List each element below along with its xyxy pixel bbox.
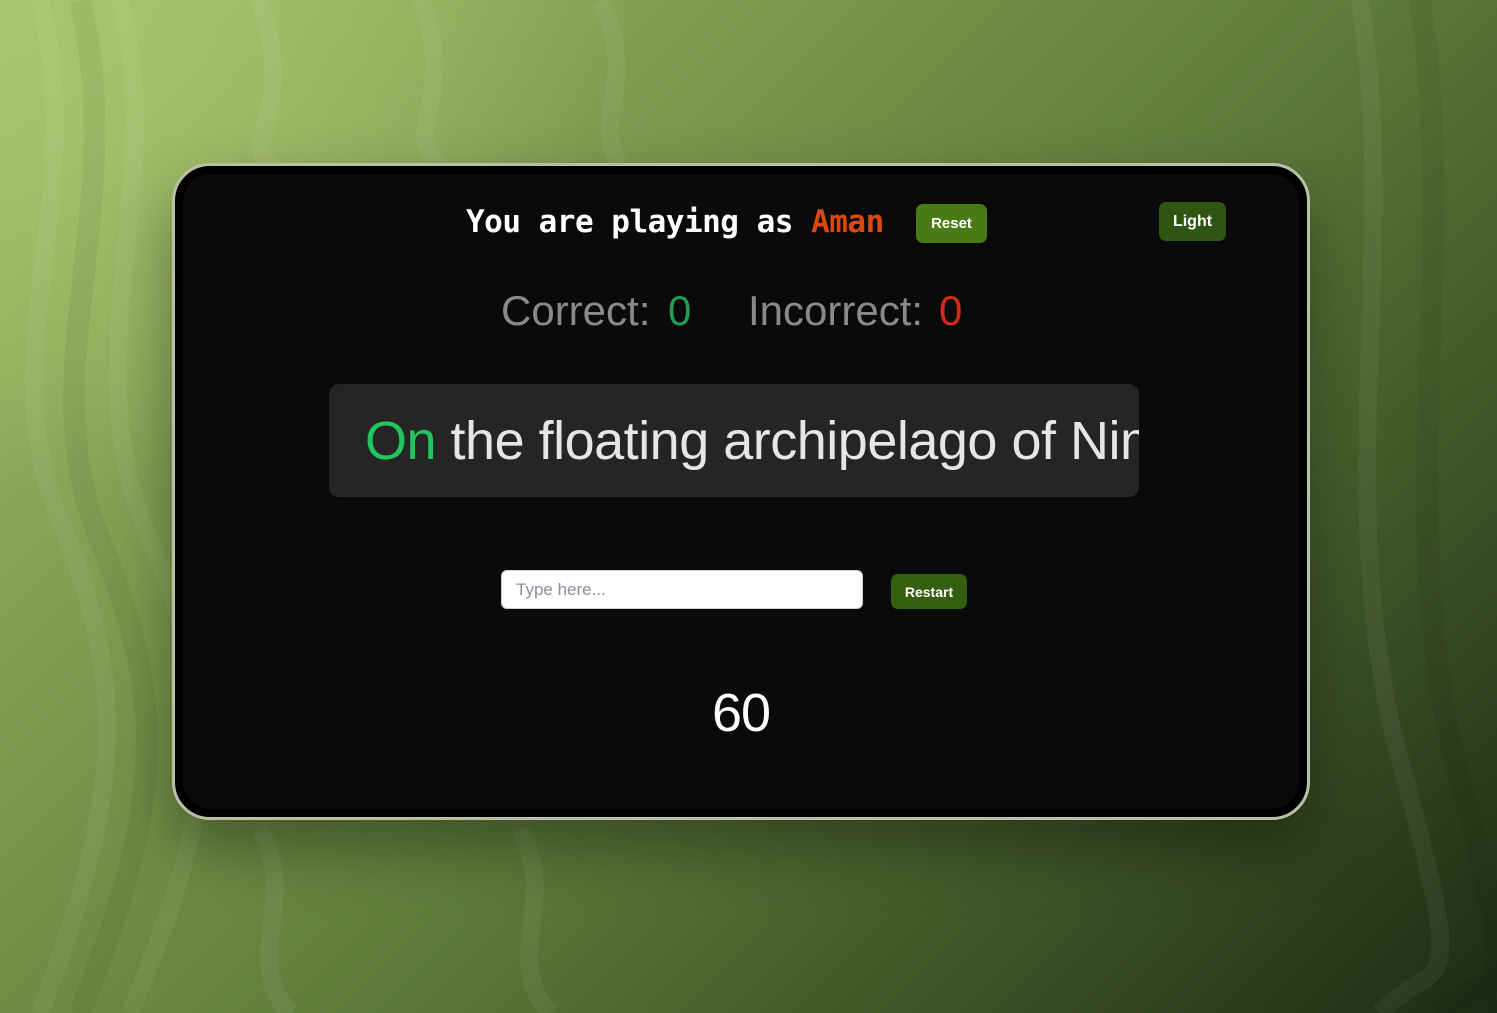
restart-button[interactable]: Restart — [891, 574, 967, 609]
correct-label: Correct: — [501, 287, 651, 334]
player-name: Aman — [811, 204, 884, 240]
correct-count: 0 — [668, 287, 692, 334]
device-frame: You are playing as Aman Reset Light Corr… — [172, 163, 1310, 820]
passage-text: On the floating archipelago of Nimb — [365, 410, 1139, 472]
passage-box: On the floating archipelago of Nimb — [329, 384, 1139, 497]
incorrect-count: 0 — [939, 287, 963, 334]
app-screen: You are playing as Aman Reset Light Corr… — [183, 174, 1299, 809]
player-heading: You are playing as Aman — [466, 204, 884, 240]
light-theme-button[interactable]: Light — [1159, 202, 1226, 241]
typing-input[interactable] — [501, 570, 863, 609]
current-word: On — [365, 411, 437, 471]
incorrect-label: Incorrect: — [748, 287, 924, 334]
remaining-text: the floating archipelago of Nimb — [436, 411, 1139, 471]
header: You are playing as Aman Reset Light — [183, 194, 1299, 254]
countdown-timer: 60 — [711, 683, 771, 743]
reset-button[interactable]: Reset — [916, 204, 987, 243]
player-heading-prefix: You are playing as — [466, 204, 812, 240]
